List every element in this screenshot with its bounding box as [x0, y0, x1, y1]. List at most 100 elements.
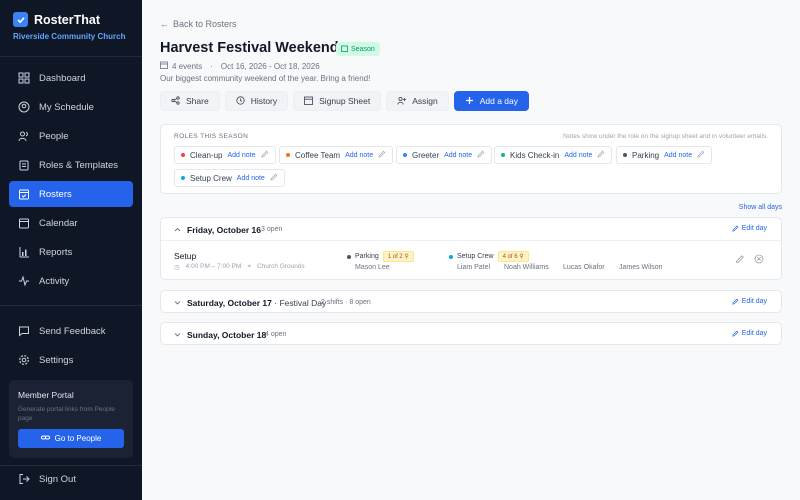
edit-day-button[interactable]: Edit day — [732, 225, 767, 232]
calendar-icon — [304, 96, 314, 107]
show-all-days-link[interactable]: Show all days — [739, 204, 782, 211]
sidebar-item-my-schedule[interactable]: My Schedule — [9, 94, 133, 120]
add-note-link[interactable]: Add note — [227, 152, 255, 159]
sign-out-icon — [18, 473, 30, 485]
edit-day-button[interactable]: Edit day — [732, 330, 767, 337]
sign-out-button[interactable]: Sign Out — [9, 466, 133, 492]
add-note-link[interactable]: Add note — [237, 175, 265, 182]
gear-icon — [18, 354, 30, 366]
sidebar-item-label: People — [39, 130, 69, 142]
day-title: Saturday, October 17 · Festival Day — [187, 298, 326, 308]
role-label: Greeter — [412, 150, 440, 160]
go-to-people-label: Go to People — [54, 434, 102, 443]
season-badge: Season — [336, 42, 380, 56]
role-chip-parking[interactable]: Parking Add note — [616, 146, 713, 164]
pencil-icon[interactable] — [477, 150, 485, 160]
sidebar-item-label: Dashboard — [39, 72, 86, 84]
add-note-link[interactable]: Add note — [444, 152, 472, 159]
volunteer-name[interactable]: Liam Patel — [457, 264, 490, 271]
open-count: 3 open — [261, 226, 283, 233]
go-to-people-button[interactable]: Go to People — [18, 429, 124, 448]
add-note-link[interactable]: Add note — [345, 152, 373, 159]
fill-count: 1 of 2 — [387, 254, 403, 260]
role-label: Clean-up — [190, 150, 223, 160]
roles-this-season-card: ROLES THIS SEASON Notes show under the r… — [160, 124, 782, 194]
sidebar-item-send-feedback[interactable]: Send Feedback — [9, 318, 133, 344]
chevron-down-icon[interactable] — [174, 299, 181, 306]
role-chip-greeter[interactable]: Greeter Add note — [396, 146, 493, 164]
assign-button[interactable]: Assign — [386, 91, 449, 111]
shift-time: 4:00 PM – 7:00 PM — [185, 263, 242, 270]
add-note-link[interactable]: Add note — [564, 152, 592, 159]
edit-day-button[interactable]: Edit day — [732, 298, 767, 305]
edit-day-label: Edit day — [741, 298, 767, 305]
share-icon — [171, 95, 180, 107]
edit-day-label: Edit day — [741, 225, 767, 232]
sidebar-divider — [0, 56, 142, 57]
role-color-dot — [347, 254, 351, 259]
back-to-rosters-link[interactable]: ← Back to Rosters — [160, 19, 237, 29]
share-button[interactable]: Share — [160, 91, 220, 111]
chart-icon — [18, 246, 30, 258]
role-chip-coffee-team[interactable]: Coffee Team Add note — [279, 146, 394, 164]
role-chip-kids-check-in[interactable]: Kids Check-in Add note — [494, 146, 613, 164]
pencil-icon[interactable] — [270, 173, 278, 183]
pencil-icon[interactable] — [697, 150, 705, 160]
chevron-up-icon[interactable] — [174, 226, 181, 233]
toolbar: Share History Signup Sheet Assign Add a … — [160, 91, 529, 111]
calendar-icon — [18, 217, 30, 229]
sidebar-item-roles-templates[interactable]: Roles & Templates — [9, 152, 133, 178]
role-color-dot — [623, 153, 627, 157]
clipboard-icon — [18, 159, 30, 171]
pencil-icon — [732, 225, 739, 232]
brand[interactable]: RosterThat — [13, 12, 100, 27]
sidebar-item-reports[interactable]: Reports — [9, 239, 133, 265]
day-header[interactable]: Friday, October 16 3 open Edit day — [161, 218, 781, 240]
sidebar-item-settings[interactable]: Settings — [9, 347, 133, 373]
sidebar-item-dashboard[interactable]: Dashboard — [9, 65, 133, 91]
person-icon: ⚲ — [519, 254, 524, 260]
season-description: Our biggest community weekend of the yea… — [160, 74, 371, 83]
history-label: History — [250, 96, 278, 106]
pencil-icon[interactable] — [261, 150, 269, 160]
pencil-icon — [732, 330, 739, 337]
message-icon — [18, 325, 30, 337]
roles-note: Notes show under the role on the signup … — [563, 133, 768, 140]
calendar-icon — [341, 45, 348, 54]
volunteer-name[interactable]: James Wilson — [619, 264, 663, 271]
day-card-saturday[interactable]: Saturday, October 17 · Festival Day 2 sh… — [160, 290, 782, 313]
portal-description: Generate portal links from People page — [18, 406, 115, 422]
calendar-icon — [160, 61, 168, 71]
volunteer-name[interactable]: Mason Lee — [355, 264, 390, 271]
sidebar-item-activity[interactable]: Activity — [9, 268, 133, 294]
chevron-down-icon[interactable] — [174, 331, 181, 338]
sidebar-item-people[interactable]: People — [9, 123, 133, 149]
role-color-dot — [403, 153, 407, 157]
day-card-sunday[interactable]: Sunday, October 18 4 open Edit day — [160, 322, 782, 345]
role-chip-setup-crew[interactable]: Setup Crew Add note — [174, 169, 285, 187]
sidebar-item-rosters[interactable]: Rosters — [9, 181, 133, 207]
sidebar-item-calendar[interactable]: Calendar — [9, 210, 133, 236]
pencil-icon[interactable] — [378, 150, 386, 160]
logo-icon — [13, 12, 28, 27]
volunteer-name[interactable]: Noah Williams — [504, 264, 549, 271]
volunteer-name[interactable]: Lucas Okafor — [563, 264, 605, 271]
signup-sheet-button[interactable]: Signup Sheet — [293, 91, 382, 111]
calendar-check-icon — [18, 188, 30, 200]
page-title: Harvest Festival Weekend — [160, 40, 339, 56]
role-chip-clean-up[interactable]: Clean-up Add note — [174, 146, 276, 164]
pencil-icon[interactable] — [735, 254, 745, 264]
open-count: 4 open — [265, 331, 287, 338]
day-name: Saturday, October 17 — [187, 298, 272, 308]
event-count: 4 events — [172, 61, 203, 71]
divider — [161, 240, 781, 241]
add-note-link[interactable]: Add note — [664, 152, 692, 159]
role-color-dot — [181, 153, 185, 157]
share-label: Share — [186, 96, 209, 106]
season-meta: 4 events · Oct 16, 2026 - Oct 18, 2026 — [160, 61, 320, 71]
remove-icon[interactable] — [754, 254, 764, 264]
history-button[interactable]: History — [224, 91, 289, 111]
pencil-icon[interactable] — [597, 150, 605, 160]
add-day-button[interactable]: Add a day — [453, 91, 529, 111]
edit-day-label: Edit day — [741, 330, 767, 337]
